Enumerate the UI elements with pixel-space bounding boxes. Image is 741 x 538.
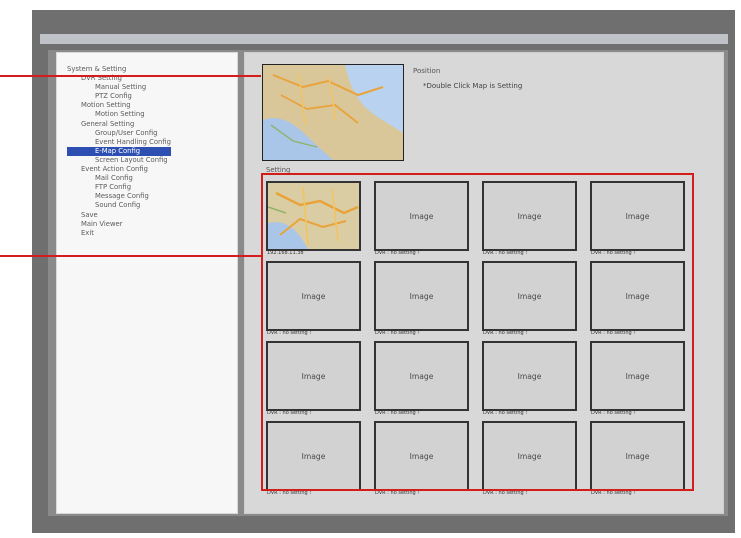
position-label: Position: [413, 67, 441, 75]
tree-item[interactable]: PTZ Config: [67, 92, 171, 101]
tree-item[interactable]: System & Setting: [67, 65, 171, 74]
tree-item[interactable]: Group/User Config: [67, 129, 171, 138]
position-hint: *Double Click Map is Setting: [423, 82, 523, 90]
map-image-icon: [263, 65, 403, 160]
tree-item[interactable]: Manual Setting: [67, 83, 171, 92]
tree-item[interactable]: Message Config: [67, 192, 171, 201]
tree-item[interactable]: Mail Config: [67, 174, 171, 183]
tree-item[interactable]: Motion Setting: [67, 101, 171, 110]
tree-item[interactable]: General Setting: [67, 120, 171, 129]
annotation-line-grid: [0, 255, 262, 257]
tree-item[interactable]: Event Action Config: [67, 165, 171, 174]
tree-item[interactable]: E-Map Config: [67, 146, 171, 156]
settings-tree-panel: System & Setting DVR Setting Manual Settin…: [56, 52, 238, 514]
annotation-line-top: [0, 75, 261, 77]
tree-item[interactable]: Sound Config: [67, 201, 171, 210]
tree-item[interactable]: FTP Config: [67, 183, 171, 192]
title-bar: [40, 34, 728, 44]
settings-tree: System & Setting DVR Setting Manual Settin…: [67, 65, 171, 238]
tree-item[interactable]: Exit: [67, 229, 171, 238]
tree-item[interactable]: Main Viewer: [67, 220, 171, 229]
tree-item[interactable]: Save: [67, 211, 171, 220]
tree-item[interactable]: Screen Layout Config: [67, 156, 171, 165]
annotation-highlight: [261, 173, 694, 491]
position-map-preview[interactable]: [262, 64, 404, 161]
tree-item[interactable]: Motion Setting: [67, 110, 171, 119]
tree-item[interactable]: Event Handling Config: [67, 138, 171, 147]
